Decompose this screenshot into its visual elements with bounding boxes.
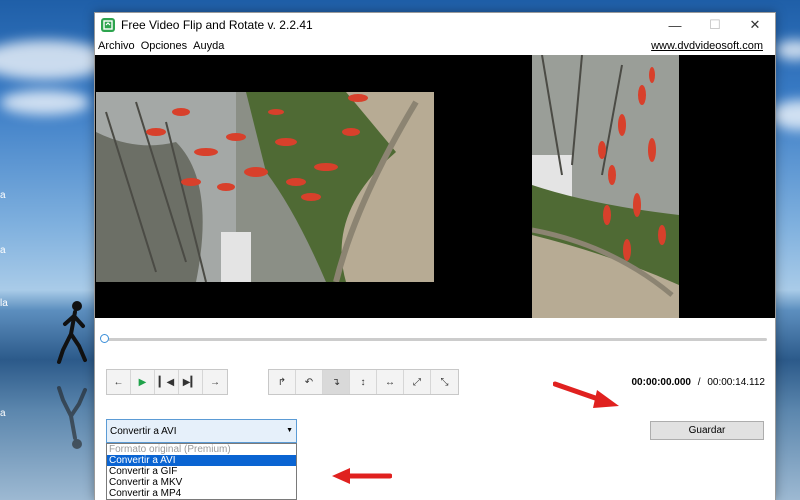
format-option[interactable]: Convertir a GIF: [107, 466, 296, 477]
desktop-cloud: [775, 40, 800, 60]
menu-opciones[interactable]: Opciones: [141, 40, 187, 52]
total-time: 00:00:14.112: [707, 377, 765, 388]
format-option[interactable]: Convertir a MP4: [107, 488, 296, 499]
rotated-video-frame: [532, 55, 679, 318]
website-link[interactable]: www.dvdvideosoft.com: [651, 40, 763, 52]
app-window: Free Video Flip and Rotate v. 2.2.41 — ☐…: [94, 12, 776, 500]
annotation-arrow-icon: [553, 381, 619, 408]
desktop-icon-label: a: [0, 190, 6, 201]
menu-bar: Archivo Opciones Auyda www.dvdvideosoft.…: [95, 37, 775, 55]
anti-diagonal-flip-button[interactable]: ⤡: [431, 370, 458, 394]
seek-handle[interactable]: [100, 334, 109, 343]
format-select[interactable]: Convertir a AVI ▼: [106, 419, 297, 443]
rotate-left-alt-button[interactable]: ↶: [296, 370, 323, 394]
rotate-left-button[interactable]: ↱: [269, 370, 296, 394]
time-separator: /: [697, 377, 701, 388]
flip-vertical-button[interactable]: ↕: [350, 370, 377, 394]
rotate-right-button[interactable]: ↴: [323, 370, 350, 394]
menu-ayuda[interactable]: Auyda: [193, 40, 224, 52]
format-dropdown-list: Formato original (Premium) Convertir a A…: [106, 443, 297, 500]
diagonal-flip-button[interactable]: ⤢: [404, 370, 431, 394]
window-title: Free Video Flip and Rotate v. 2.2.41: [121, 18, 313, 32]
format-select-value: Convertir a AVI: [110, 425, 177, 437]
skip-back-button[interactable]: ←: [107, 370, 131, 394]
original-video-frame: [96, 92, 434, 282]
desktop-icon-label: la: [0, 298, 8, 309]
video-preview-area: [95, 55, 775, 318]
prev-frame-button[interactable]: ▎◀: [155, 370, 179, 394]
playback-controls: ← ▶ ▎◀ ▶▎ →: [106, 369, 228, 395]
annotation-arrow-icon: [332, 468, 392, 484]
menu-archivo[interactable]: Archivo: [98, 40, 135, 52]
runner-reflection: [57, 386, 87, 449]
seek-bar[interactable]: [103, 338, 767, 341]
dropdown-arrow-icon: ▼: [286, 427, 293, 434]
skip-forward-button[interactable]: →: [203, 370, 227, 394]
time-display: 00:00:00.000 / 00:00:14.112: [632, 377, 766, 388]
format-option[interactable]: Convertir a MKV: [107, 477, 296, 488]
next-frame-button[interactable]: ▶▎: [179, 370, 203, 394]
flip-horizontal-button[interactable]: ↔: [377, 370, 404, 394]
play-button[interactable]: ▶: [131, 370, 155, 394]
app-logo-icon: [101, 18, 115, 32]
current-time: 00:00:00.000: [631, 377, 692, 388]
format-option: Formato original (Premium): [109, 444, 231, 455]
controls-panel: ← ▶ ▎◀ ▶▎ → ↱ ↶ ↴ ↕ ↔ ⤢ ⤡ 00:00:00.000 /…: [95, 363, 775, 500]
title-bar: Free Video Flip and Rotate v. 2.2.41 — ☐…: [95, 13, 775, 37]
maximize-button[interactable]: ☐: [695, 13, 735, 37]
format-option[interactable]: Convertir a AVI: [107, 455, 296, 466]
minimize-button[interactable]: —: [655, 13, 695, 37]
timeline-panel: [95, 318, 775, 363]
transform-controls: ↱ ↶ ↴ ↕ ↔ ⤢ ⤡: [268, 369, 459, 395]
close-button[interactable]: ✕: [735, 13, 775, 37]
save-button[interactable]: Guardar: [650, 421, 764, 440]
runner-silhouette: [57, 301, 87, 364]
desktop-icon-label: a: [0, 245, 6, 256]
desktop-cloud: [0, 90, 90, 115]
desktop-icon-label: a: [0, 408, 6, 419]
